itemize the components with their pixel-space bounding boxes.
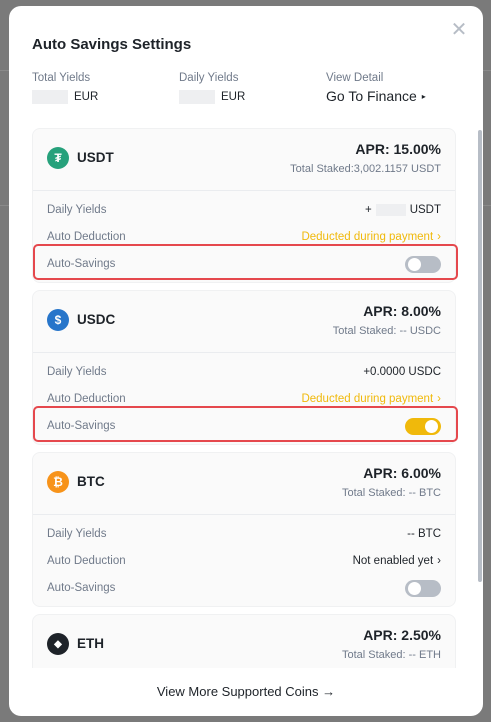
usdt-icon: ₮	[47, 147, 69, 169]
total-staked: Total Staked: -- BTC	[341, 487, 441, 499]
highlight-box-usdt-auto-savings	[33, 244, 458, 280]
daily-yields-label: Daily Yields	[47, 528, 107, 540]
coin-card-eth: ◆ ETH APR: 2.50% Total Staked: -- ETH	[32, 614, 456, 668]
eth-icon: ◆	[47, 633, 69, 655]
coin-card-details: Daily Yields -- BTC Auto Deduction Not e…	[33, 515, 455, 606]
daily-yields-unit: USDT	[409, 204, 441, 216]
coin-list[interactable]: ₮ USDT APR: 15.00% Total Staked:3,002.11…	[32, 124, 456, 668]
auto-deduction-link[interactable]: Deducted during payment ›	[301, 231, 441, 243]
coin-name: USDT	[77, 150, 114, 165]
coin-card-header: $ USDC APR: 8.00% Total Staked: -- USDC	[33, 291, 455, 353]
daily-yields-row: Daily Yields +0.0000 USDC	[33, 359, 455, 386]
chevron-right-icon: ›	[437, 393, 441, 405]
chevron-right-icon: ›	[437, 231, 441, 243]
daily-yields-row: Daily Yields -- BTC	[33, 521, 455, 548]
coin-card-header: ₿ BTC APR: 6.00% Total Staked: -- BTC	[33, 453, 455, 515]
daily-yields-row: Daily Yields + USDT	[33, 197, 455, 224]
daily-yields: Daily Yields EUR	[179, 72, 245, 104]
auto-deduction-label: Auto Deduction	[47, 393, 126, 405]
coin-card-header: ◆ ETH APR: 2.50% Total Staked: -- ETH	[33, 615, 455, 668]
daily-yields-value: EUR	[179, 90, 245, 104]
view-detail: View Detail Go To Finance ▸	[326, 72, 426, 104]
highlight-box-usdc-auto-savings	[33, 406, 458, 442]
btc-icon: ₿	[47, 471, 69, 493]
usdc-icon: $	[47, 309, 69, 331]
chevron-right-icon: ›	[437, 555, 441, 567]
apr-value: APR: 2.50%	[363, 627, 441, 643]
auto-deduction-row: Auto Deduction Not enabled yet ›	[33, 548, 455, 575]
coin-card-btc: ₿ BTC APR: 6.00% Total Staked: -- BTC Da…	[32, 452, 456, 607]
auto-deduction-link[interactable]: Deducted during payment ›	[301, 393, 441, 405]
total-staked: Total Staked:3,002.1157 USDT	[290, 163, 441, 175]
daily-yields-unit: EUR	[221, 91, 246, 103]
apr-value: APR: 8.00%	[363, 303, 441, 319]
go-to-finance-label: Go To Finance	[326, 88, 417, 104]
daily-yields-value: -- BTC	[407, 528, 441, 540]
toggle-knob	[408, 582, 421, 595]
total-staked: Total Staked: -- USDC	[332, 325, 441, 337]
go-to-finance-link[interactable]: Go To Finance ▸	[326, 88, 426, 104]
hidden-amount	[32, 90, 68, 104]
total-yields: Total Yields EUR	[32, 72, 98, 104]
auto-deduction-value: Not enabled yet	[352, 555, 434, 567]
auto-deduction-label: Auto Deduction	[47, 555, 126, 567]
auto-deduction-label: Auto Deduction	[47, 231, 126, 243]
total-staked: Total Staked: -- ETH	[341, 649, 441, 661]
auto-savings-label: Auto-Savings	[47, 582, 116, 594]
coin-name: ETH	[77, 636, 104, 651]
yields-summary: Total Yields EUR Daily Yields EUR View D…	[32, 72, 460, 112]
close-icon[interactable]: ✕	[449, 20, 469, 40]
auto-savings-row: Auto-Savings	[33, 575, 455, 602]
daily-yields-value: + USDT	[365, 204, 441, 216]
daily-yields-value: +0.0000 USDC	[363, 366, 441, 378]
coin-name: BTC	[77, 474, 105, 489]
hidden-amount	[375, 204, 406, 216]
caret-right-icon: ▸	[421, 91, 426, 101]
total-yields-value: EUR	[32, 90, 98, 104]
view-more-coins-button[interactable]: View More Supported Coins →	[9, 684, 483, 699]
coin-name: USDC	[77, 312, 116, 327]
daily-yields-label: Daily Yields	[47, 366, 107, 378]
modal-title: Auto Savings Settings	[32, 36, 192, 53]
total-yields-unit: EUR	[74, 91, 99, 103]
daily-yields-label: Daily Yields	[179, 72, 239, 84]
auto-savings-toggle[interactable]	[405, 580, 441, 597]
view-detail-label: View Detail	[326, 72, 384, 84]
auto-deduction-value: Deducted during payment	[301, 231, 434, 243]
auto-savings-modal: ✕ Auto Savings Settings Total Yields EUR…	[9, 6, 483, 716]
auto-deduction-value: Deducted during payment	[301, 393, 434, 405]
auto-deduction-link[interactable]: Not enabled yet ›	[353, 555, 441, 567]
coin-card-header: ₮ USDT APR: 15.00% Total Staked:3,002.11…	[33, 129, 455, 191]
daily-yields-label: Daily Yields	[47, 204, 107, 216]
daily-yields-prefix: +	[364, 204, 372, 216]
scrollbar-thumb[interactable]	[478, 130, 482, 582]
apr-value: APR: 6.00%	[363, 465, 441, 481]
apr-value: APR: 15.00%	[355, 141, 441, 157]
total-yields-label: Total Yields	[32, 72, 91, 84]
hidden-amount	[179, 90, 215, 104]
